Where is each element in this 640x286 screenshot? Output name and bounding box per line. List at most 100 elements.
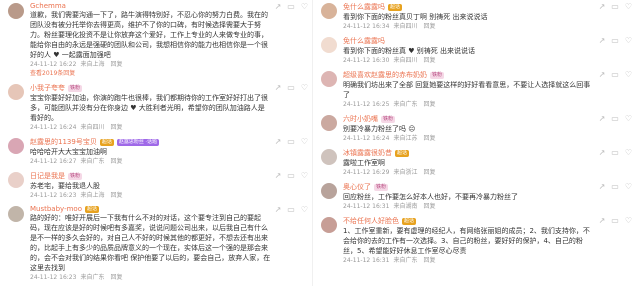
reply-link[interactable]: 回复 xyxy=(423,168,435,177)
comment-icon[interactable]: ▭ xyxy=(611,216,619,225)
avatar[interactable] xyxy=(321,71,337,87)
comment-meta: 24-11-12 16:23 来自广东 回复 xyxy=(30,273,271,282)
username-link[interactable]: 不给任何人好脸色 xyxy=(343,216,399,226)
comment-item: 日记是我是 铁粉 苏老宅，要给我退人股 24-11-12 16:23 来自上海 回复 ↗ ▭ ♡ xyxy=(8,171,308,200)
comment-icon[interactable]: ▭ xyxy=(287,171,295,180)
username-link[interactable]: Mustbaby-moo xyxy=(30,205,82,213)
share-icon[interactable]: ↗ xyxy=(599,2,606,11)
avatar[interactable] xyxy=(321,217,337,233)
reply-link[interactable]: 回复 xyxy=(423,134,435,143)
comment-location: 来自广东 xyxy=(393,257,418,264)
right-comment-column: 免什么露露吗 超话 看到你下面的粉丝真贝丁啊 别祷死 出来说说话 24-11-12 1… xyxy=(312,0,640,286)
view-replies-link[interactable]: 查看2019条回复 xyxy=(30,69,271,78)
avatar[interactable] xyxy=(321,37,337,53)
share-icon[interactable]: ↗ xyxy=(275,137,282,146)
comment-body: 六时小奶嘴 铁粉 别要冷暴力粉丝了吗 ☹ 24-11-12 16:24 来自江苏 回复 xyxy=(343,114,595,143)
comment-text: 道歉，我们需要沟通一下了，路牛演得特别好，不忍心你的努力白费。我在的团队没有被分… xyxy=(30,11,268,59)
reply-link[interactable]: 回复 xyxy=(110,123,122,132)
share-icon[interactable]: ↗ xyxy=(599,114,606,123)
like-icon[interactable]: ♡ xyxy=(625,216,632,225)
share-icon[interactable]: ↗ xyxy=(599,70,606,79)
share-icon[interactable]: ↗ xyxy=(599,36,606,45)
comment-icon[interactable]: ▭ xyxy=(611,70,619,79)
comment-text: 路的好的：唯好开展后一下我有什么不对的对话，这个要专注到自己的要起码，现在应该是… xyxy=(30,214,271,272)
reply-link[interactable]: 回复 xyxy=(110,273,122,282)
username-link[interactable]: 免什么露露吗 xyxy=(343,2,385,12)
comment-meta: 24-11-12 16:29 来自浙江 回复 xyxy=(343,168,595,177)
username-link[interactable]: 冰镇露露很奶昔 xyxy=(343,148,392,158)
like-icon[interactable]: ♡ xyxy=(301,83,308,92)
reply-link[interactable]: 回复 xyxy=(423,100,435,109)
comment-meta: 24-11-12 16:31 来自湖南 回复 xyxy=(343,202,595,211)
share-icon[interactable]: ↗ xyxy=(275,2,282,11)
share-icon[interactable]: ↗ xyxy=(599,148,606,157)
reply-link[interactable]: 回复 xyxy=(110,157,122,166)
comment-icon[interactable]: ▭ xyxy=(287,2,295,11)
share-icon[interactable]: ↗ xyxy=(275,205,282,214)
username-link[interactable]: 免什么露露吗 xyxy=(343,36,385,46)
reply-link[interactable]: 回复 xyxy=(423,22,435,31)
like-icon[interactable]: ♡ xyxy=(301,2,308,11)
username-link[interactable]: 奥心仪了 xyxy=(343,182,371,192)
comment-body: 小我子夸夸 铁粉 宝宝你要好好加油，你演的跑牛也很棒，我们都期待你的工作室好好打出了… xyxy=(30,83,271,132)
share-icon[interactable]: ↗ xyxy=(275,83,282,92)
username-link[interactable]: 赵露思的1139号宝贝 xyxy=(30,137,97,147)
avatar[interactable] xyxy=(321,183,337,199)
avatar[interactable] xyxy=(8,138,24,154)
reply-link[interactable]: 回复 xyxy=(423,56,435,65)
comment-icon[interactable]: ▭ xyxy=(611,36,619,45)
like-icon[interactable]: ♡ xyxy=(625,70,632,79)
comment-item: 小我子夸夸 铁粉 宝宝你要好好加油，你演的跑牛也很棒，我们都期待你的工作室好好打出了… xyxy=(8,83,308,132)
like-icon[interactable]: ♡ xyxy=(301,137,308,146)
reply-link[interactable]: 回复 xyxy=(423,202,435,211)
comment-text: 看到你下面的粉丝真 ♥ 别祷死 出来说说话 xyxy=(343,47,475,55)
comment-meta: 24-11-12 16:31 来自广东 回复 xyxy=(343,256,595,265)
comment-actions: ↗ ▭ ♡ xyxy=(275,205,308,214)
avatar[interactable] xyxy=(8,3,24,19)
avatar[interactable] xyxy=(8,206,24,222)
comment-icon[interactable]: ▭ xyxy=(611,148,619,157)
comment-item: 六时小奶嘴 铁粉 别要冷暴力粉丝了吗 ☹ 24-11-12 16:24 来自江苏 回复 ↗ ▭… xyxy=(321,114,632,143)
share-icon[interactable]: ↗ xyxy=(599,216,606,225)
comment-icon[interactable]: ▭ xyxy=(611,114,619,123)
like-icon[interactable]: ♡ xyxy=(301,205,308,214)
like-icon[interactable]: ♡ xyxy=(625,36,632,45)
reply-link[interactable]: 回复 xyxy=(423,256,435,265)
comment-icon[interactable]: ▭ xyxy=(287,205,295,214)
comment-icon[interactable]: ▭ xyxy=(287,83,295,92)
like-icon[interactable]: ♡ xyxy=(625,114,632,123)
comment-timestamp: 24-11-12 16:24 xyxy=(30,124,77,131)
like-icon[interactable]: ♡ xyxy=(625,182,632,191)
comment-timestamp: 24-11-12 16:30 xyxy=(343,57,390,64)
username-link[interactable]: 日记是我是 xyxy=(30,171,65,181)
left-comment-column: Gchemma 道歉，我们需要沟通一下了，路牛演得特别好，不忍心你的努力白费。我在… xyxy=(0,0,312,286)
comment-icon[interactable]: ▭ xyxy=(287,137,295,146)
share-icon[interactable]: ↗ xyxy=(599,182,606,191)
comment-text: 哈哈哈开大大宝宝加油啊 xyxy=(30,148,107,156)
comment-actions: ↗ ▭ ♡ xyxy=(599,70,632,79)
avatar[interactable] xyxy=(321,149,337,165)
username-link[interactable]: 六时小奶嘴 xyxy=(343,114,378,124)
comment-body: 免什么露露吗 看到你下面的粉丝真 ♥ 别祷死 出来说说话 24-11-12 16:3… xyxy=(343,36,595,65)
reply-link[interactable]: 回复 xyxy=(110,191,122,200)
share-icon[interactable]: ↗ xyxy=(275,171,282,180)
comment-header: 不给任何人好脸色 超话 xyxy=(343,216,595,226)
username-link[interactable]: 超级喜欢赵露思的赤布奶奶 xyxy=(343,70,427,80)
avatar[interactable] xyxy=(321,115,337,131)
username-link[interactable]: 小我子夸夸 xyxy=(30,83,65,93)
comment-location: 来自四川 xyxy=(393,23,418,30)
user-badge: 铁粉 xyxy=(374,183,389,191)
username-link[interactable]: Gchemma xyxy=(30,2,66,10)
like-icon[interactable]: ♡ xyxy=(301,171,308,180)
comment-actions: ↗ ▭ ♡ xyxy=(599,114,632,123)
comment-actions: ↗ ▭ ♡ xyxy=(599,2,632,11)
avatar[interactable] xyxy=(321,3,337,19)
comment-icon[interactable]: ▭ xyxy=(611,182,619,191)
reply-link[interactable]: 回复 xyxy=(110,60,122,69)
like-icon[interactable]: ♡ xyxy=(625,2,632,11)
comment-header: 奥心仪了 铁粉 xyxy=(343,182,595,192)
avatar[interactable] xyxy=(8,172,24,188)
like-icon[interactable]: ♡ xyxy=(625,148,632,157)
comment-icon[interactable]: ▭ xyxy=(611,2,619,11)
avatar[interactable] xyxy=(8,84,24,100)
